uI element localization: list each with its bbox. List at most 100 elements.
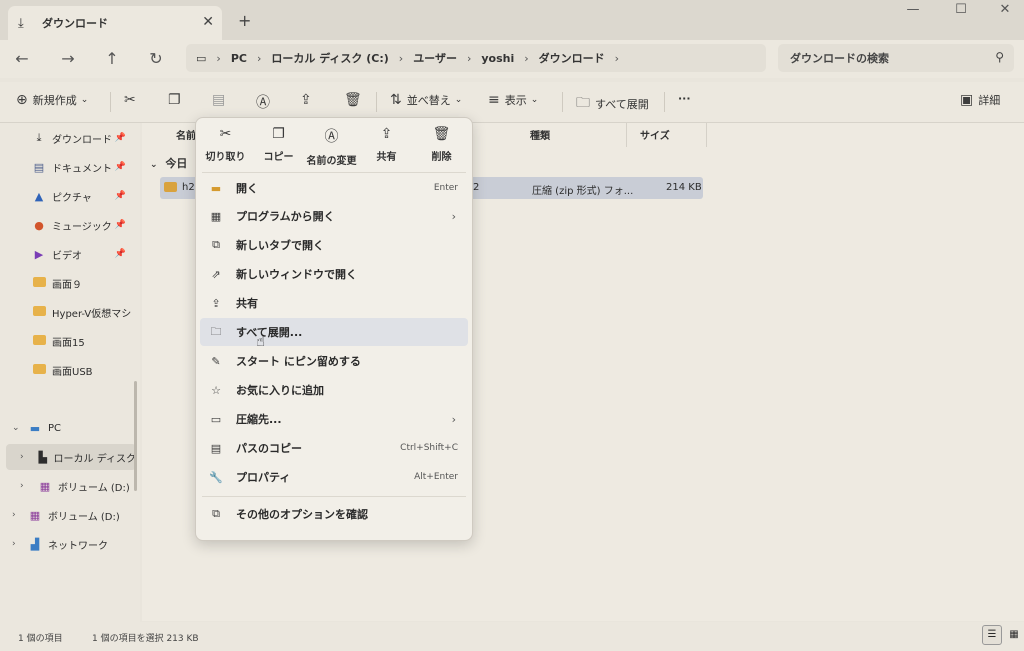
share-button[interactable]: ⇪ [300, 92, 317, 108]
menu-item-more-options[interactable]: ⧉ その他のオプションを確認 [200, 500, 468, 528]
rename-icon: Ⓐ [324, 129, 339, 145]
sidebar-item-folder[interactable]: Hyper-V仮想マシ [8, 299, 136, 325]
sidebar-item-pc[interactable]: ⌄ ▬ PC [4, 415, 132, 441]
folder-icon [32, 363, 46, 377]
breadcrumb-downloads[interactable]: ダウンロード [539, 50, 605, 66]
close-tab-icon[interactable]: ✕ [202, 14, 214, 30]
sidebar-item-videos[interactable]: ▶ ビデオ 📌 [8, 241, 136, 267]
group-header-today[interactable]: ⌄ 今日 [150, 155, 187, 171]
sidebar-scrollbar[interactable] [134, 381, 137, 491]
download-icon: ⤓ [18, 15, 24, 31]
sidebar-item-folder[interactable]: 画面９ [8, 270, 136, 296]
pin-icon[interactable]: 📌 [115, 162, 126, 172]
column-divider[interactable] [626, 123, 627, 147]
chevron-down-icon[interactable]: ⌄ [12, 423, 20, 433]
sidebar-item-local-disk[interactable]: › ▙ ローカル ディスク [6, 444, 136, 470]
refresh-icon[interactable]: ↻ [144, 49, 168, 68]
copy-button[interactable]: ❐ [168, 92, 186, 108]
sidebar-item-folder[interactable]: 画面15 [8, 328, 136, 354]
copy-action[interactable]: ❐ コピー [251, 118, 306, 168]
minimize-button[interactable]: — [896, 2, 930, 17]
chevron-right-icon[interactable]: › [20, 452, 24, 462]
chevron-right-icon[interactable]: › [12, 539, 16, 549]
pin-icon[interactable]: 📌 [115, 249, 126, 259]
view-button[interactable]: ≡ 表示 ⌄ [488, 92, 538, 108]
sidebar-item-label: ネットワーク [48, 540, 108, 552]
sort-icon: ⇅ [390, 92, 402, 108]
up-arrow-icon[interactable]: ↑ [100, 49, 124, 68]
search-icon[interactable]: ⚲ [995, 50, 1004, 64]
paste-button[interactable]: ▤ [212, 92, 230, 108]
details-button[interactable]: ▣ 詳細 [960, 92, 1000, 108]
breadcrumb-users[interactable]: ユーザー [413, 50, 457, 66]
new-tab-icon: ⧉ [212, 238, 220, 251]
column-divider[interactable] [706, 123, 707, 147]
sidebar-item-music[interactable]: ● ミュージック 📌 [8, 212, 136, 238]
item-count: 1 個の項目 [18, 634, 63, 644]
cut-action[interactable]: ✂ 切り取り [198, 118, 253, 168]
toolbar-divider [664, 92, 665, 112]
more-options-button[interactable]: ··· [678, 92, 691, 105]
pin-icon[interactable]: 📌 [115, 220, 126, 230]
back-arrow-icon[interactable]: ← [10, 49, 34, 68]
details-view-icon[interactable]: ☰ [982, 625, 1002, 645]
close-window-button[interactable]: ✕ [988, 2, 1022, 17]
new-tab-button[interactable]: + [238, 11, 251, 30]
navigation-pane: ⤓ ダウンロード 📌 ▤ ドキュメント 📌 ▲ ピクチャ 📌 ● ミュージック … [0, 123, 140, 631]
share-action[interactable]: ⇪ 共有 [359, 118, 414, 168]
column-header-size[interactable]: サイズ [640, 127, 670, 142]
sort-button[interactable]: ⇅ 並べ替え ⌄ [390, 92, 462, 108]
menu-item-open[interactable]: ▬ 開く Enter [200, 174, 468, 202]
sidebar-item-label: ローカル ディスク [53, 453, 136, 465]
sidebar-item-label: PC [48, 422, 62, 434]
sidebar-item-network[interactable]: › ▟ ネットワーク [4, 531, 132, 557]
forward-arrow-icon[interactable]: → [56, 49, 80, 68]
breadcrumb-yoshi[interactable]: yoshi [481, 52, 514, 65]
sidebar-item-pictures[interactable]: ▲ ピクチャ 📌 [8, 183, 136, 209]
sidebar-item-documents[interactable]: ▤ ドキュメント 📌 [8, 154, 136, 180]
chevron-right-icon[interactable]: › [12, 510, 16, 520]
sidebar-item-label: ダウンロード [52, 134, 112, 146]
copy-action-label: コピー [263, 152, 294, 163]
rename-button[interactable]: Ⓐ [256, 92, 275, 112]
sidebar-item-label: ボリューム (D:) [58, 482, 130, 494]
sidebar-item-volume-d[interactable]: › ▦ ボリューム (D:) [6, 473, 134, 499]
menu-item-pin-start[interactable]: ✎ スタート にピン留めする [200, 347, 468, 375]
share-icon: ⇪ [211, 296, 221, 310]
tiles-view-icon[interactable]: ▦ [1004, 625, 1024, 645]
chevron-right-icon[interactable]: › [20, 481, 24, 491]
menu-item-label: 新しいタブで開く [236, 239, 324, 252]
menu-item-extract-all[interactable]: 🗀 すべて展開... [200, 318, 468, 346]
menu-item-share[interactable]: ⇪ 共有 [200, 289, 468, 317]
menu-item-properties[interactable]: 🔧 プロパティ Alt+Enter [200, 463, 468, 491]
delete-action[interactable]: 🗑 削除 [414, 118, 469, 168]
menu-item-open-new-tab[interactable]: ⧉ 新しいタブで開く [200, 231, 468, 259]
menu-item-open-with[interactable]: ▦ プログラムから開く › [200, 202, 468, 230]
menu-item-compress-to[interactable]: ▭ 圧縮先... › [200, 405, 468, 433]
sidebar-item-volume-d[interactable]: › ▦ ボリューム (D:) [4, 502, 132, 528]
extract-all-button[interactable]: 🗀 すべて展開 [576, 92, 649, 116]
toolbar-divider [562, 92, 563, 112]
pin-icon[interactable]: 📌 [115, 133, 126, 143]
menu-item-copy-path[interactable]: ▤ パスのコピー Ctrl+Shift+C [200, 434, 468, 462]
delete-button[interactable]: 🗑 [344, 92, 367, 108]
breadcrumb-pc[interactable]: PC [231, 52, 247, 65]
network-icon: ▟ [30, 537, 40, 551]
maximize-button[interactable]: ☐ [944, 2, 978, 17]
menu-item-add-favorites[interactable]: ☆ お気に入りに追加 [200, 376, 468, 404]
pin-icon[interactable]: 📌 [115, 191, 126, 201]
chevron-right-icon: › [216, 51, 221, 65]
cut-button[interactable]: ✂ [124, 92, 141, 108]
rename-action[interactable]: Ⓐ 名前の変更 [304, 118, 359, 168]
new-button[interactable]: ⊕ 新規作成 ⌄ [16, 92, 88, 108]
search-input[interactable]: ダウンロードの検索 ⚲ [778, 44, 1014, 72]
address-bar[interactable]: ▭ › PC › ローカル ディスク (C:) › ユーザー › yoshi ›… [186, 44, 766, 72]
chevron-right-icon[interactable]: › [615, 52, 619, 65]
menu-item-open-new-window[interactable]: ⇗ 新しいウィンドウで開く [200, 260, 468, 288]
sidebar-item-downloads[interactable]: ⤓ ダウンロード 📌 [8, 125, 136, 151]
column-header-name[interactable]: 名前 [176, 127, 196, 142]
tab-downloads[interactable]: ⤓ ダウンロード ✕ [8, 6, 222, 40]
column-header-type[interactable]: 種類 [530, 127, 550, 142]
breadcrumb-local-disk[interactable]: ローカル ディスク (C:) [271, 50, 388, 66]
sidebar-item-folder[interactable]: 画面USB [8, 357, 136, 383]
